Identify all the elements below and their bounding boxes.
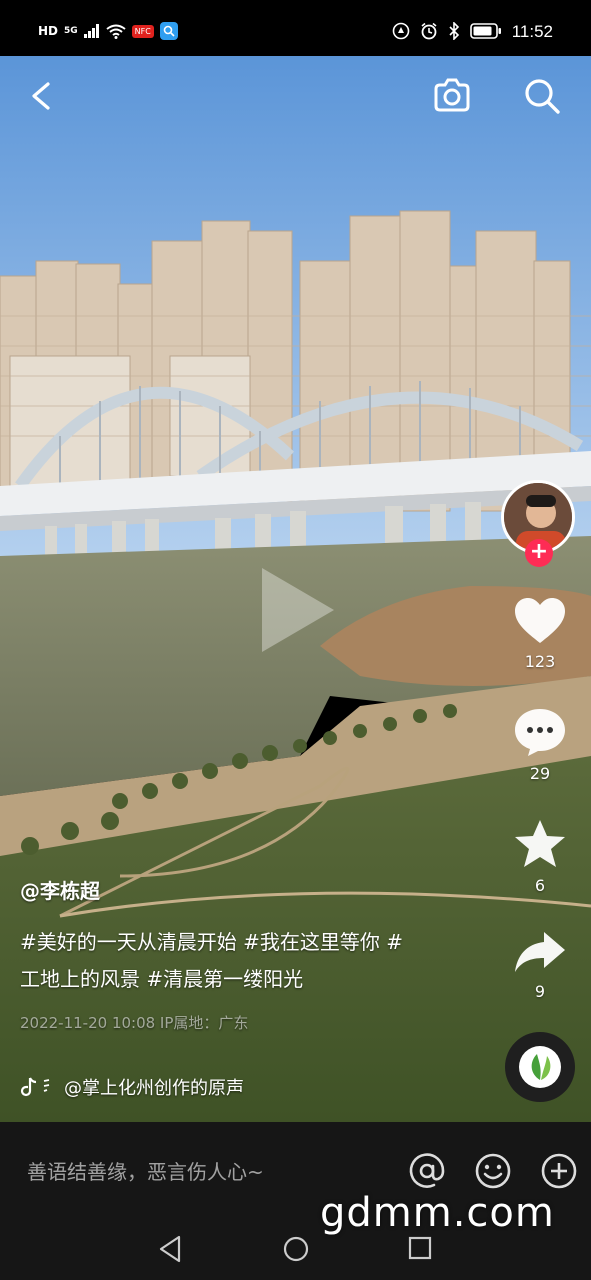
network-indicator: 5G (64, 25, 78, 36)
favorite-count: 6 (534, 876, 546, 895)
add-icon[interactable] (540, 1152, 578, 1190)
like-button[interactable]: 123 (505, 596, 575, 671)
battery-icon (469, 23, 501, 39)
music-info[interactable]: @掌上化州创作的原声 (20, 1074, 244, 1100)
wifi-icon (106, 24, 126, 39)
at-icon[interactable] (408, 1152, 446, 1190)
signal-icon (83, 24, 99, 38)
site-watermark: gdmm.com (320, 1190, 555, 1236)
video-screen: HD 5G NFC 11:52 + 123 29 6 9 @李栋超 #美好的一天… (0, 0, 591, 1280)
alarm-icon (421, 22, 437, 40)
follow-button[interactable]: + (525, 539, 553, 567)
share-icon (515, 932, 565, 972)
music-disc-icon (519, 1046, 561, 1088)
clock: 11:52 (511, 21, 553, 41)
nav-home-icon[interactable] (283, 1236, 309, 1262)
nav-back-icon[interactable] (157, 1234, 183, 1264)
tiktok-note-icon (20, 1077, 50, 1097)
emoji-icon[interactable] (474, 1152, 512, 1190)
nfc-badge: NFC (131, 24, 154, 38)
star-icon (515, 820, 565, 867)
data-saver-icon (392, 22, 410, 40)
music-disc[interactable] (505, 1032, 575, 1102)
like-count: 123 (524, 652, 556, 671)
hd-indicator: HD (38, 24, 59, 38)
play-icon[interactable] (252, 560, 342, 660)
video-description[interactable]: #美好的一天从清晨开始 #我在这里等你 #工地上的风景 #清晨第一缕阳光 (20, 924, 420, 998)
comment-input[interactable]: 善语结善缘，恶言伤人心~ (27, 1156, 264, 1185)
favorite-button[interactable]: 6 (505, 818, 575, 895)
video-caption: @李栋超 #美好的一天从清晨开始 #我在这里等你 #工地上的风景 #清晨第一缕阳… (20, 875, 420, 1033)
nav-recent-icon[interactable] (408, 1236, 432, 1260)
status-bar: HD 5G NFC 11:52 (0, 0, 591, 56)
music-title: @掌上化州创作的原声 (64, 1078, 244, 1099)
bluetooth-icon (449, 22, 459, 40)
share-count: 9 (534, 982, 546, 1001)
share-button[interactable]: 9 (505, 928, 575, 1001)
heart-icon (515, 598, 565, 643)
status-right: 11:52 (392, 22, 553, 40)
search-icon[interactable] (520, 74, 564, 118)
camera-icon[interactable] (430, 74, 474, 118)
status-left: HD 5G NFC (38, 22, 178, 40)
comment-button[interactable]: 29 (505, 706, 575, 783)
comment-count: 29 (529, 764, 551, 783)
app-notification-icon (159, 22, 178, 40)
comment-icon (515, 709, 565, 756)
author-name[interactable]: @李栋超 (20, 875, 420, 904)
post-meta: 2022-11-20 10:08 IP属地：广东 (20, 1014, 249, 1032)
back-icon[interactable] (26, 76, 56, 116)
